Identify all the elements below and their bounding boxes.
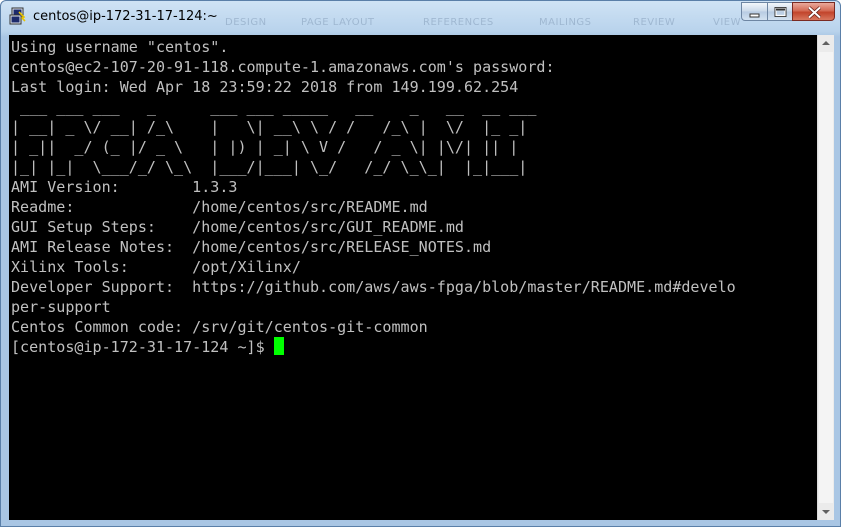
maximize-button[interactable] xyxy=(767,2,792,21)
ascii-banner-line: ___ ___ ___ _ ___ ___ _____ __ _ __ __ _… xyxy=(11,98,546,116)
ribbon-tab-references: REFERENCES xyxy=(423,17,494,28)
terminal-client-area: Using username "centos". centos@ec2-107-… xyxy=(9,35,834,520)
ribbon-tab-review: REVIEW xyxy=(633,17,676,28)
vertical-scrollbar[interactable] xyxy=(817,35,834,520)
terminal-line: GUI Setup Steps: /home/centos/src/GUI_RE… xyxy=(11,218,464,236)
terminal-window: DESIGN PAGE LAYOUT REFERENCES MAILINGS R… xyxy=(0,0,841,527)
terminal-line: Last login: Wed Apr 18 23:59:22 2018 fro… xyxy=(11,78,519,96)
window-title: centos@ip-172-31-17-124:~ xyxy=(33,9,218,24)
minimize-button[interactable] xyxy=(741,2,767,21)
scroll-up-button[interactable] xyxy=(818,35,834,52)
command-prompt-line[interactable]: [centos@ip-172-31-17-124 ~]$ xyxy=(11,337,284,357)
terminal-line: AMI Release Notes: /home/centos/src/RELE… xyxy=(11,238,492,256)
terminal-line: Using username "centos". xyxy=(11,38,229,56)
ribbon-tab-mailings: MAILINGS xyxy=(539,17,592,28)
close-button[interactable] xyxy=(792,2,835,21)
scroll-down-arrow-icon xyxy=(818,505,834,520)
shell-prompt: [centos@ip-172-31-17-124 ~]$ xyxy=(11,338,274,356)
ribbon-tab-page-layout: PAGE LAYOUT xyxy=(301,17,375,28)
terminal-line: per-support xyxy=(11,298,111,316)
text-cursor xyxy=(273,337,284,355)
title-bar[interactable]: DESIGN PAGE LAYOUT REFERENCES MAILINGS R… xyxy=(1,1,840,35)
terminal-line: Developer Support: https://github.com/aw… xyxy=(11,278,736,296)
putty-icon[interactable] xyxy=(9,7,27,25)
scroll-thumb[interactable] xyxy=(819,52,833,503)
ribbon-tab-view: VIEW xyxy=(713,17,741,28)
background-ribbon-tabs: DESIGN PAGE LAYOUT REFERENCES MAILINGS R… xyxy=(151,17,751,33)
scroll-down-button[interactable] xyxy=(818,503,834,520)
ascii-banner-line: |_| |_| \___/_/ \_\ |___/|___| \_/ /_/ \… xyxy=(11,158,528,176)
terminal-output[interactable]: Using username "centos". centos@ec2-107-… xyxy=(9,35,817,520)
caption-buttons xyxy=(741,2,835,22)
terminal-line: AMI Version: 1.3.3 xyxy=(11,178,238,196)
terminal-line: centos@ec2-107-20-91-118.compute-1.amazo… xyxy=(11,58,555,76)
terminal-line: Readme: /home/centos/src/README.md xyxy=(11,198,428,216)
ascii-banner-line: | __| _ \/ __| /_\ | \| __\ \ / / /_\ | … xyxy=(11,118,528,136)
terminal-line: Xilinx Tools: /opt/Xilinx/ xyxy=(11,258,301,276)
ascii-banner-line: | _|| _/ (_ |/ _ \ | |) | _| \ V / / _ \… xyxy=(11,138,528,156)
ribbon-tab-design: DESIGN xyxy=(225,17,267,28)
terminal-line: Centos Common code: /srv/git/centos-git-… xyxy=(11,318,428,336)
